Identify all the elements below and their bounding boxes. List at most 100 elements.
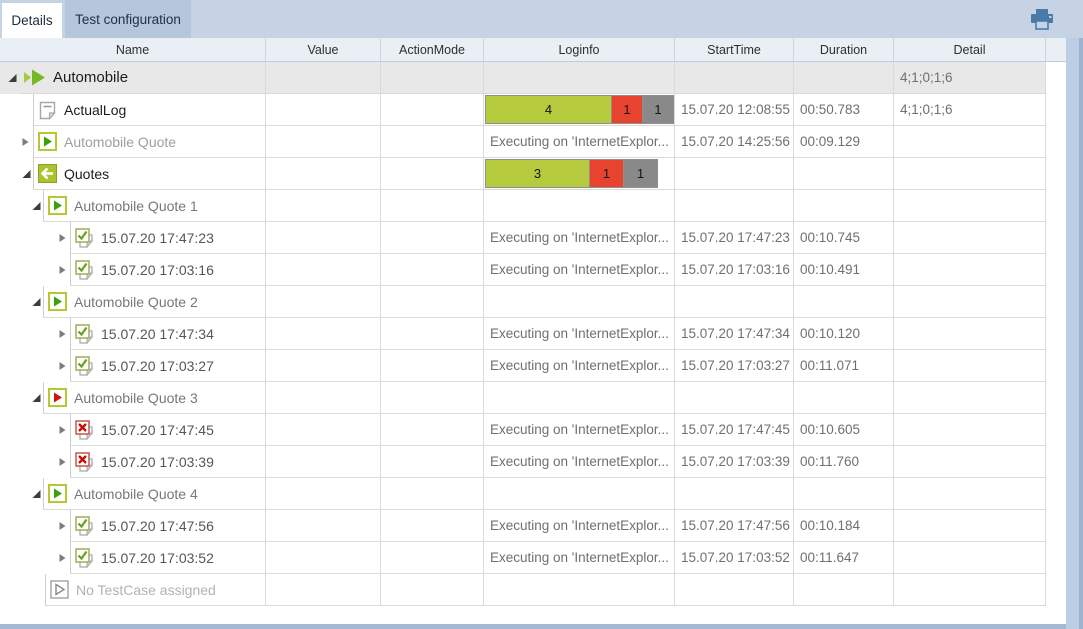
cell-actionmode [380, 574, 483, 606]
cell-actionmode [380, 62, 483, 94]
loginfo-text: Executing on 'InternetExplor... [490, 230, 669, 245]
column-header-detail[interactable]: Detail [893, 38, 1045, 61]
name-cell: 15.07.20 17:47:34 [0, 318, 265, 350]
table-row[interactable]: Automobile Quote 1 [0, 190, 1066, 222]
name-cell: Quotes [0, 158, 265, 190]
expander-expanded-icon[interactable] [31, 296, 42, 307]
row-label: 15.07.20 17:03:27 [101, 357, 214, 374]
log-check-icon [75, 515, 94, 536]
cell-value [265, 222, 380, 254]
loginfo-text: Executing on 'InternetExplor... [490, 326, 669, 341]
right-panel-splitter[interactable] [1066, 38, 1083, 629]
expander-expanded-icon[interactable] [31, 392, 42, 403]
column-header-starttime[interactable]: StartTime [674, 38, 793, 61]
cell-loginfo: Executing on 'InternetExplor... [483, 414, 674, 446]
bar-segment-red: 1 [589, 159, 624, 188]
cell-loginfo [483, 382, 674, 414]
column-header-loginfo[interactable]: Loginfo [483, 38, 674, 61]
cell-actionmode [380, 286, 483, 318]
table-row[interactable]: 15.07.20 17:03:16 Executing on 'InternetE… [0, 254, 1066, 286]
expander-expanded-icon[interactable] [7, 72, 18, 83]
cell-duration: 00:11.760 [793, 446, 893, 478]
expander-collapsed-icon[interactable] [58, 264, 67, 275]
table-row[interactable]: 15.07.20 17:03:39 Executing on 'InternetE… [0, 446, 1066, 478]
table-row[interactable]: 15.07.20 17:03:27 Executing on 'InternetE… [0, 350, 1066, 382]
results-table: Name Value ActionMode Loginfo StartTime … [0, 38, 1066, 606]
cell-duration: 00:10.745 [793, 222, 893, 254]
column-header-value[interactable]: Value [265, 38, 380, 61]
expander-collapsed-icon[interactable] [58, 520, 67, 531]
loginfo-text: Executing on 'InternetExplor... [490, 262, 669, 277]
expander-expanded-icon[interactable] [31, 200, 42, 211]
cell-starttime [674, 62, 793, 94]
expander-collapsed-icon[interactable] [58, 424, 67, 435]
cell-detail [893, 286, 1045, 318]
cell-value [265, 190, 380, 222]
table-row[interactable]: 15.07.20 17:47:45 Executing on 'InternetE… [0, 414, 1066, 446]
table-row[interactable]: Automobile Quote Executing on 'InternetEx… [0, 126, 1066, 158]
expander-collapsed-icon[interactable] [21, 136, 30, 147]
cell-detail [893, 382, 1045, 414]
column-header-duration[interactable]: Duration [793, 38, 893, 61]
cell-loginfo: 311 [483, 158, 674, 190]
table-row[interactable]: 15.07.20 17:47:23 Executing on 'InternetE… [0, 222, 1066, 254]
row-filler [1045, 62, 1066, 94]
cell-detail [893, 478, 1045, 510]
name-cell: Automobile Quote [0, 126, 265, 158]
tab-details[interactable]: Details [2, 3, 62, 38]
table-row[interactable]: Automobile Quote 2 [0, 286, 1066, 318]
log-x-icon [75, 451, 94, 472]
expander-expanded-icon[interactable] [31, 488, 42, 499]
cell-starttime: 15.07.20 12:08:55 [674, 94, 793, 126]
table-row[interactable]: 15.07.20 17:03:52 Executing on 'InternetE… [0, 542, 1066, 574]
bar-segment-red: 1 [611, 95, 643, 124]
table-row[interactable]: 15.07.20 17:47:34 Executing on 'InternetE… [0, 318, 1066, 350]
cell-duration [793, 574, 893, 606]
log-check-icon [75, 547, 94, 568]
table-row[interactable]: Automobile 4;1;0;1;6 [0, 62, 1066, 94]
expander-collapsed-icon[interactable] [58, 232, 67, 243]
row-label: 15.07.20 17:47:45 [101, 421, 214, 438]
table-row[interactable]: Automobile Quote 4 [0, 478, 1066, 510]
module-icon [38, 164, 57, 183]
cell-actionmode [380, 542, 483, 574]
cell-value [265, 126, 380, 158]
cell-starttime: 15.07.20 17:03:16 [674, 254, 793, 286]
row-filler [1045, 94, 1066, 126]
cell-starttime: 15.07.20 17:47:45 [674, 414, 793, 446]
expander-collapsed-icon[interactable] [58, 552, 67, 563]
cell-starttime: 15.07.20 17:47:34 [674, 318, 793, 350]
expander-collapsed-icon[interactable] [58, 456, 67, 467]
expander-collapsed-icon[interactable] [58, 328, 67, 339]
column-header-name[interactable]: Name [0, 38, 265, 61]
row-label: 15.07.20 17:03:39 [101, 453, 214, 470]
cell-duration [793, 286, 893, 318]
loginfo-result-bar: 311 [485, 159, 658, 188]
tab-test-configuration[interactable]: Test configuration [65, 0, 191, 38]
table-row[interactable]: Quotes 3 1 1 [0, 158, 1066, 190]
cell-loginfo: Executing on 'InternetExplor... [483, 318, 674, 350]
table-row[interactable]: 15.07.20 17:47:56 Executing on 'InternetE… [0, 510, 1066, 542]
cell-value [265, 414, 380, 446]
print-button[interactable] [1028, 7, 1055, 31]
expander-collapsed-icon[interactable] [58, 360, 67, 371]
table-row[interactable]: Automobile Quote 3 [0, 382, 1066, 414]
cell-actionmode [380, 414, 483, 446]
cell-value [265, 254, 380, 286]
cell-loginfo: Executing on 'InternetExplor... [483, 510, 674, 542]
cell-value [265, 478, 380, 510]
cell-starttime: 15.07.20 17:47:23 [674, 222, 793, 254]
name-cell: Automobile Quote 1 [0, 190, 265, 222]
table-row[interactable]: ActualLog 4 1 1 15.07.20 12:08:55 00:50.783 4;… [0, 94, 1066, 126]
cell-duration: 00:11.647 [793, 542, 893, 574]
column-header-actionmode[interactable]: ActionMode [380, 38, 483, 61]
expander-expanded-icon[interactable] [21, 168, 32, 179]
printer-icon [1029, 8, 1055, 31]
row-label: No TestCase assigned [76, 581, 216, 598]
cell-starttime: 15.07.20 14:25:56 [674, 126, 793, 158]
name-cell: 15.07.20 17:47:23 [0, 222, 265, 254]
cell-detail [893, 222, 1045, 254]
cell-detail [893, 190, 1045, 222]
table-row[interactable]: No TestCase assigned [0, 574, 1066, 606]
bar-segment-green: 3 [485, 159, 590, 188]
